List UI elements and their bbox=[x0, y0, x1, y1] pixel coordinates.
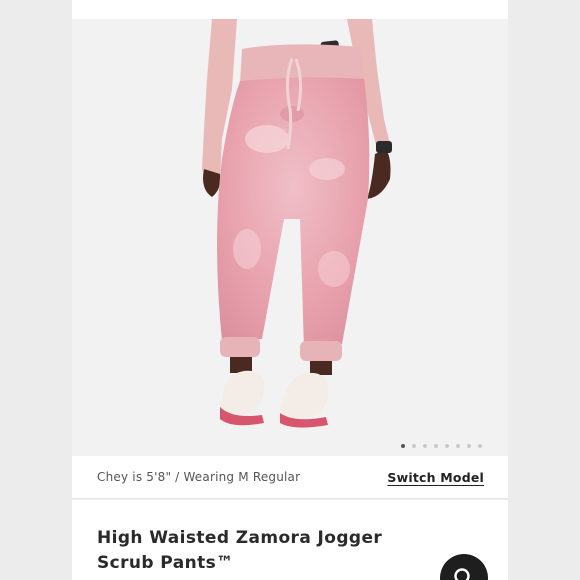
top-strip bbox=[72, 0, 508, 19]
gallery-dot[interactable] bbox=[478, 444, 482, 448]
product-title: High Waisted Zamora Jogger Scrub Pants™ bbox=[97, 528, 383, 573]
product-photo bbox=[202, 19, 392, 428]
gallery-pagination bbox=[72, 444, 508, 448]
gallery-dot[interactable] bbox=[467, 444, 471, 448]
product-image-gallery[interactable] bbox=[72, 19, 508, 456]
gallery-dot[interactable] bbox=[423, 444, 427, 448]
gallery-dot[interactable] bbox=[401, 444, 405, 448]
gallery-dot[interactable] bbox=[434, 444, 438, 448]
switch-model-link[interactable]: Switch Model bbox=[387, 470, 484, 485]
gallery-dot[interactable] bbox=[412, 444, 416, 448]
model-info-bar: Chey is 5'8" / Wearing M Regular Switch … bbox=[72, 456, 508, 499]
model-caption: Chey is 5'8" / Wearing M Regular bbox=[97, 470, 301, 484]
gallery-dot[interactable] bbox=[456, 444, 460, 448]
gallery-dot[interactable] bbox=[445, 444, 449, 448]
search-icon bbox=[454, 568, 470, 580]
